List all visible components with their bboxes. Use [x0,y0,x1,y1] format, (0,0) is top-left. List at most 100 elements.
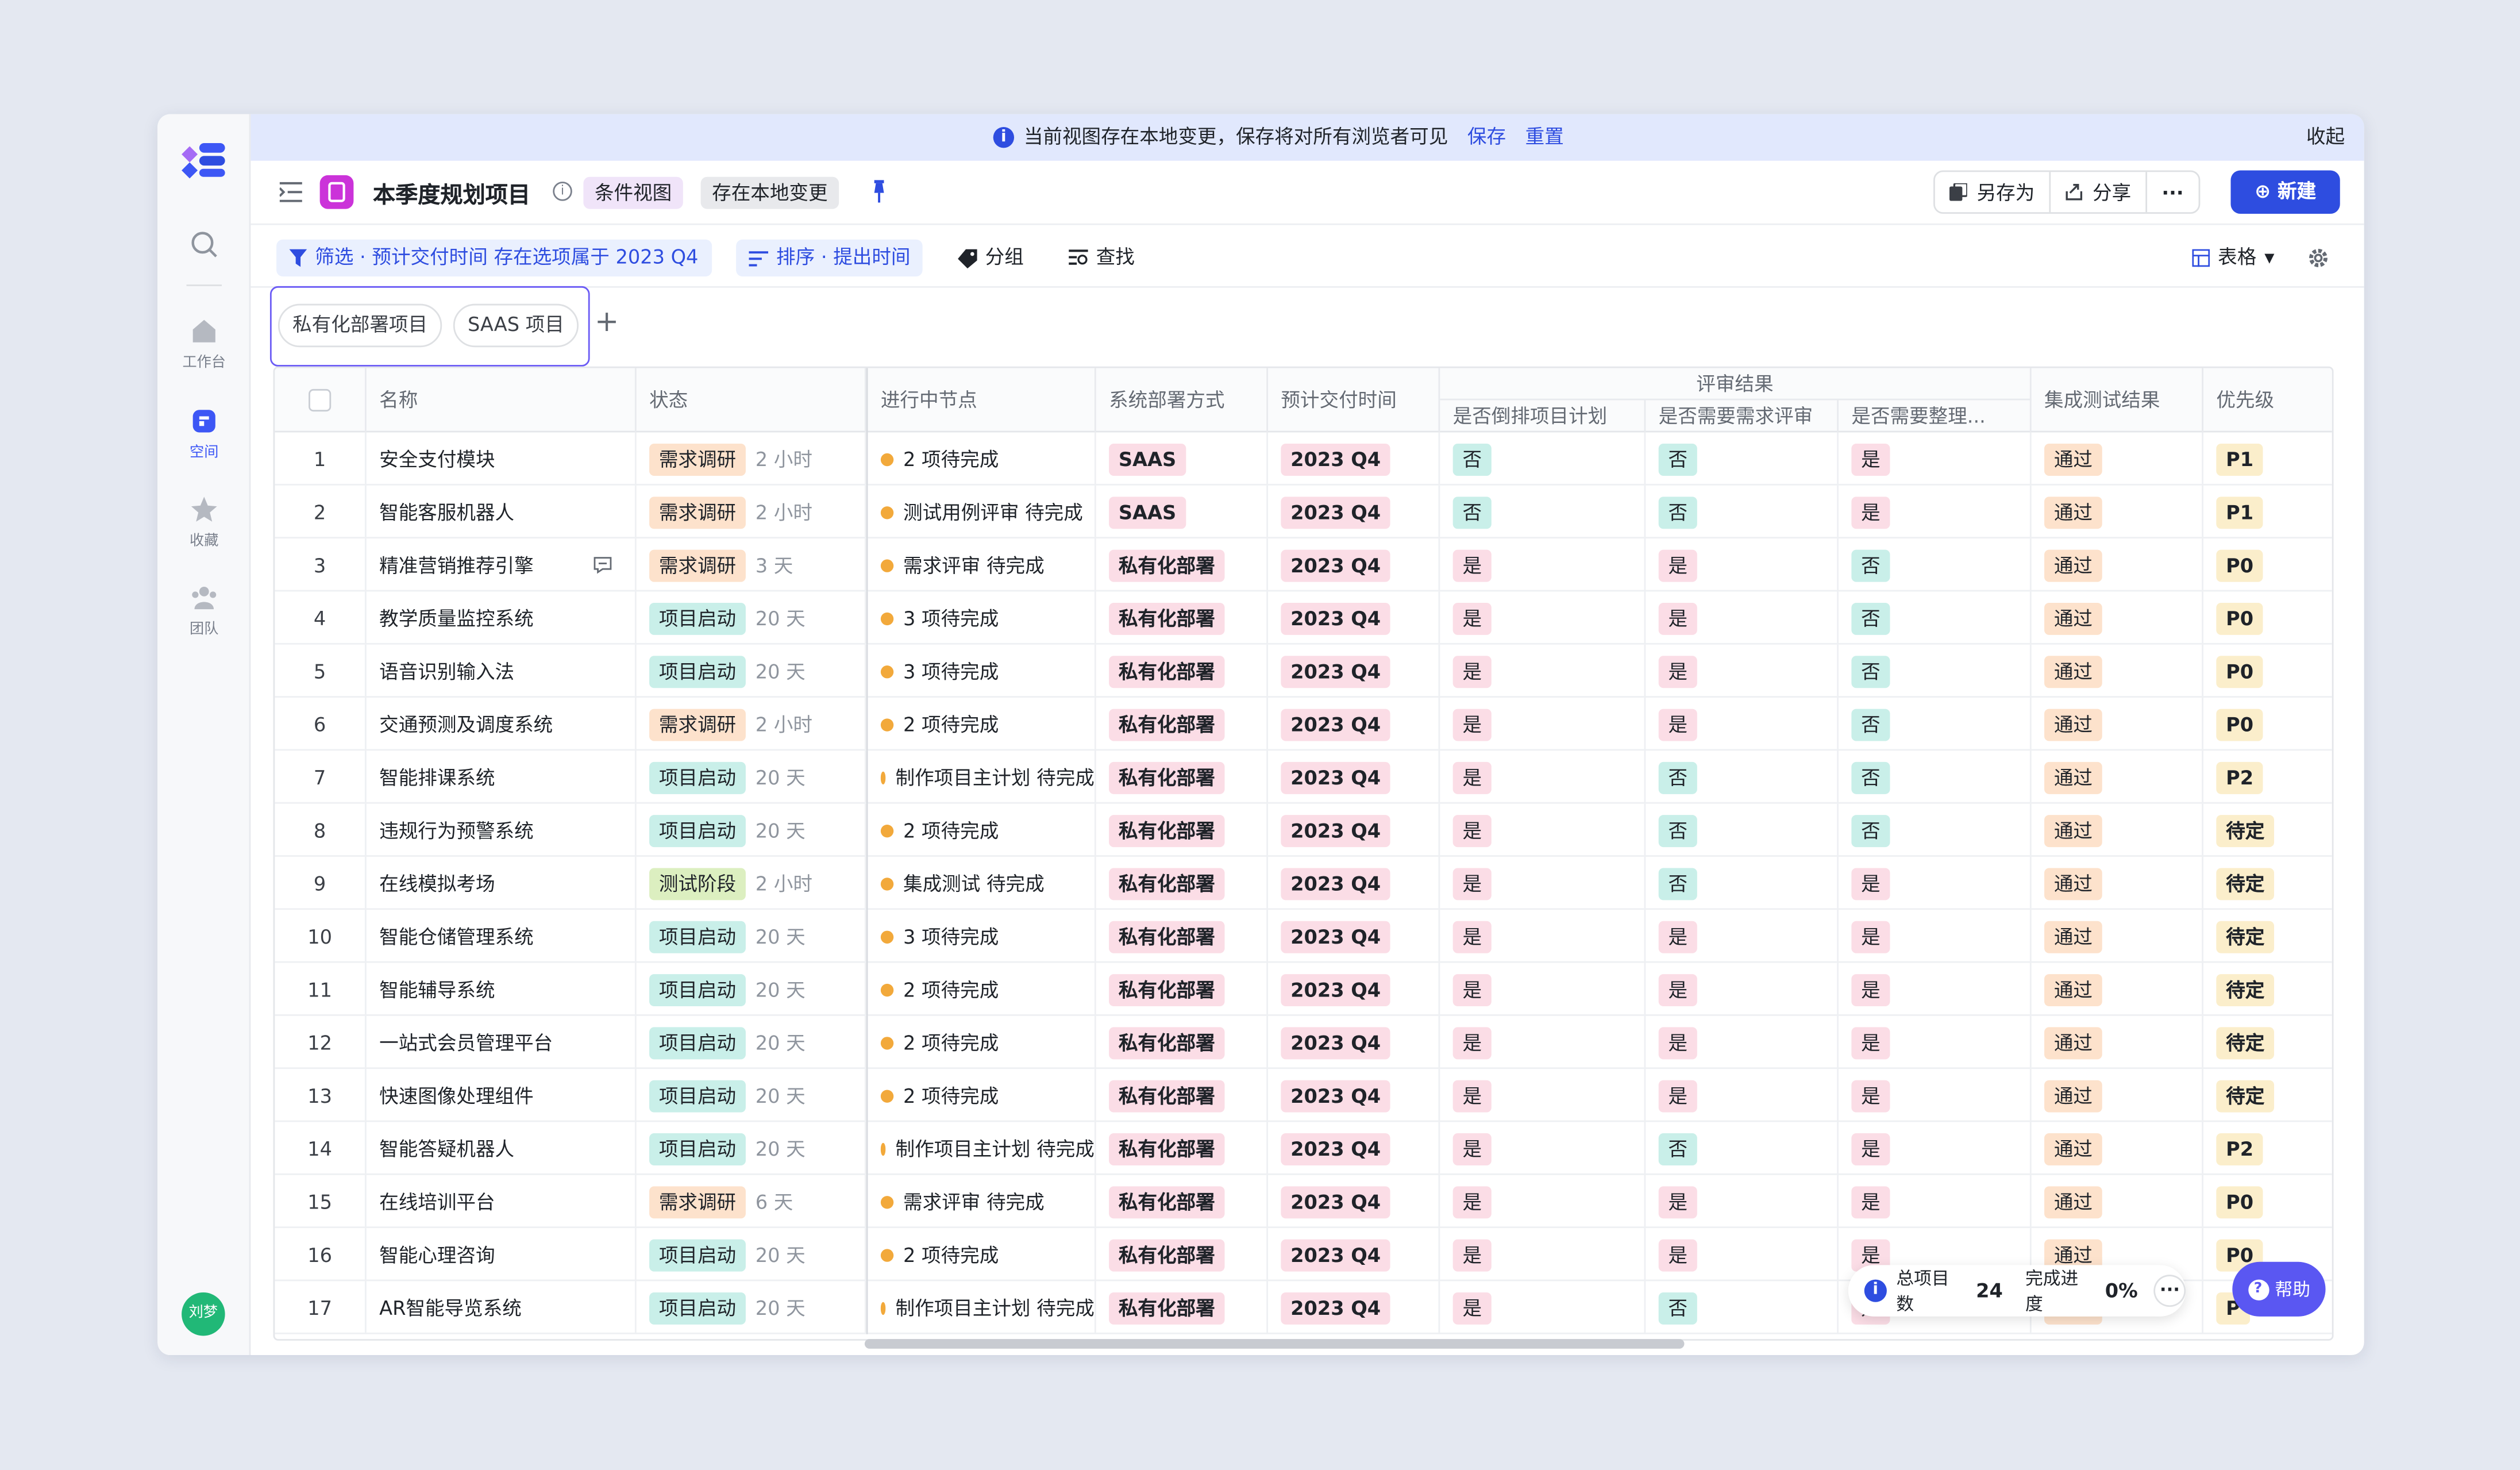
cell-r1[interactable]: 是 [1440,1122,1646,1175]
table-row[interactable]: 5 语音识别输入法 项目启动 20 天 3 项待完成 私有化部署 2023 Q4 是 是 否 通过 P… [275,644,2332,698]
summary-more-button[interactable]: ··· [2153,1275,2186,1307]
cell-deploy[interactable]: 私有化部署 [1096,963,1268,1016]
cell-status[interactable]: 项目启动 20 天 [637,1122,866,1175]
cell-delivery[interactable]: 2023 Q4 [1268,1175,1440,1229]
cell-r1[interactable]: 否 [1440,485,1646,539]
cell-node[interactable]: 需求评审 待完成 [866,1175,1096,1229]
sidebar-item-workbench[interactable]: 工作台 [157,317,251,371]
view-type-selector[interactable]: 表格 ▼ [2179,240,2287,276]
cell-r1[interactable]: 是 [1440,1281,1646,1334]
column-header-status[interactable]: 状态 [637,368,866,433]
cell-status[interactable]: 项目启动 20 天 [637,963,866,1016]
cell-test[interactable]: 通过 [2032,485,2203,539]
cell-deploy[interactable]: 私有化部署 [1096,591,1268,645]
cell-deploy[interactable]: 私有化部署 [1096,856,1268,910]
cell-n[interactable]: 4 [275,591,367,645]
cell-status[interactable]: 项目启动 20 天 [637,1069,866,1122]
cell-delivery[interactable]: 2023 Q4 [1268,1069,1440,1122]
cell-node[interactable]: 3 项待完成 [866,644,1096,698]
cell-r1[interactable]: 是 [1440,963,1646,1016]
table-row[interactable]: 9 在线模拟考场 测试阶段 2 小时 集成测试 待完成 私有化部署 2023 Q4 是 否 是 通过… [275,856,2332,910]
cell-pri[interactable]: P1 [2203,432,2332,485]
cell-delivery[interactable]: 2023 Q4 [1268,697,1440,751]
cell-r1[interactable]: 是 [1440,591,1646,645]
cell-n[interactable]: 9 [275,856,367,910]
cell-pri[interactable]: P0 [2203,698,2332,751]
cell-test[interactable]: 通过 [2032,1069,2203,1122]
cell-deploy[interactable]: SAAS [1096,485,1268,539]
cell-r3[interactable]: 是 [1839,1175,2032,1229]
column-header-review-3[interactable]: 是否需要整理... [1839,400,2032,433]
cell-r2[interactable]: 是 [1646,1069,1839,1122]
cell-delivery[interactable]: 2023 Q4 [1268,591,1440,645]
cell-delivery[interactable]: 2023 Q4 [1268,803,1440,857]
table-row[interactable]: 12 一站式会员管理平台 项目启动 20 天 2 项待完成 私有化部署 2023 Q4 是 是 是… [275,1015,2332,1069]
table-row[interactable]: 13 快速图像处理组件 项目启动 20 天 2 项待完成 私有化部署 2023 Q4 是 是 是 通… [275,1069,2332,1122]
save-link[interactable]: 保存 [1467,114,1506,161]
cell-deploy[interactable]: 私有化部署 [1096,644,1268,698]
cell-r1[interactable]: 是 [1440,1228,1646,1282]
cell-r2[interactable]: 是 [1646,1015,1839,1069]
cell-name[interactable]: 安全支付模块 [367,432,637,486]
horizontal-scrollbar[interactable] [864,1339,1685,1349]
cell-n[interactable]: 15 [275,1175,367,1229]
cell-deploy[interactable]: SAAS [1096,432,1268,486]
cell-node[interactable]: 制作项目主计划 待完成 [866,751,1096,804]
cell-pri[interactable]: 待定 [2203,804,2332,857]
cell-r2[interactable]: 是 [1646,1175,1839,1229]
save-as-button[interactable]: 另存为 [1935,172,2051,213]
cell-pri[interactable]: 待定 [2203,1069,2332,1122]
cell-test[interactable]: 通过 [2032,1175,2203,1229]
cell-name[interactable]: 精准营销推荐引擎 [367,538,637,592]
cell-node[interactable]: 需求评审 待完成 [866,538,1096,592]
cell-r1[interactable]: 是 [1440,910,1646,963]
cell-delivery[interactable]: 2023 Q4 [1268,485,1440,539]
cell-n[interactable]: 13 [275,1069,367,1122]
view-tab-saas[interactable]: SAAS 项目 [453,303,579,348]
filter-button[interactable]: 筛选 · 预计交付时间 存在选项属于 2023 Q4 [276,239,711,277]
table-row[interactable]: 4 教学质量监控系统 项目启动 20 天 3 项待完成 私有化部署 2023 Q4 是 是 否 通过… [275,591,2332,645]
cell-n[interactable]: 7 [275,751,367,804]
cell-deploy[interactable]: 私有化部署 [1096,1228,1268,1282]
cell-status[interactable]: 项目启动 20 天 [637,1281,866,1334]
cell-r1[interactable]: 是 [1440,644,1646,698]
cell-r2[interactable]: 否 [1646,432,1839,486]
cell-delivery[interactable]: 2023 Q4 [1268,751,1440,804]
cell-status[interactable]: 需求调研 2 小时 [637,432,866,486]
cell-n[interactable]: 11 [275,963,367,1016]
cell-r2[interactable]: 是 [1646,697,1839,751]
cell-name[interactable]: 快速图像处理组件 [367,1069,637,1122]
cell-test[interactable]: 通过 [2032,803,2203,857]
cell-node[interactable]: 制作项目主计划 待完成 [866,1281,1096,1334]
cell-r2[interactable]: 是 [1646,538,1839,592]
cell-r1[interactable]: 是 [1440,751,1646,804]
cell-node[interactable]: 2 项待完成 [866,1069,1096,1122]
reset-link[interactable]: 重置 [1525,114,1564,161]
cell-r1[interactable]: 是 [1440,697,1646,751]
cell-deploy[interactable]: 私有化部署 [1096,910,1268,963]
cell-name[interactable]: 智能心理咨询 [367,1228,637,1282]
cell-n[interactable]: 10 [275,910,367,963]
cell-n[interactable]: 16 [275,1228,367,1282]
cell-node[interactable]: 2 项待完成 [866,803,1096,857]
cell-r2[interactable]: 是 [1646,1228,1839,1282]
cell-pri[interactable]: P0 [2203,1175,2332,1228]
cell-name[interactable]: 在线培训平台 [367,1175,637,1229]
cell-pri[interactable]: P0 [2203,645,2332,698]
cell-r3[interactable]: 否 [1839,538,2032,592]
cell-deploy[interactable]: 私有化部署 [1096,1069,1268,1122]
column-header-deploy[interactable]: 系统部署方式 [1096,368,1268,433]
sidebar-toggle-icon[interactable] [279,182,302,202]
cell-status[interactable]: 项目启动 20 天 [637,591,866,645]
cell-deploy[interactable]: 私有化部署 [1096,751,1268,804]
cell-n[interactable]: 12 [275,1015,367,1069]
select-all-checkbox[interactable] [309,388,332,412]
comment-icon[interactable] [593,556,612,574]
cell-pri[interactable]: 待定 [2203,1016,2332,1069]
cell-r3[interactable]: 是 [1839,1015,2032,1069]
cell-pri[interactable]: P2 [2203,751,2332,803]
cell-n[interactable]: 5 [275,644,367,698]
cell-r2[interactable]: 是 [1646,591,1839,645]
cell-node[interactable]: 制作项目主计划 待完成 [866,1122,1096,1175]
cell-r1[interactable]: 是 [1440,856,1646,910]
